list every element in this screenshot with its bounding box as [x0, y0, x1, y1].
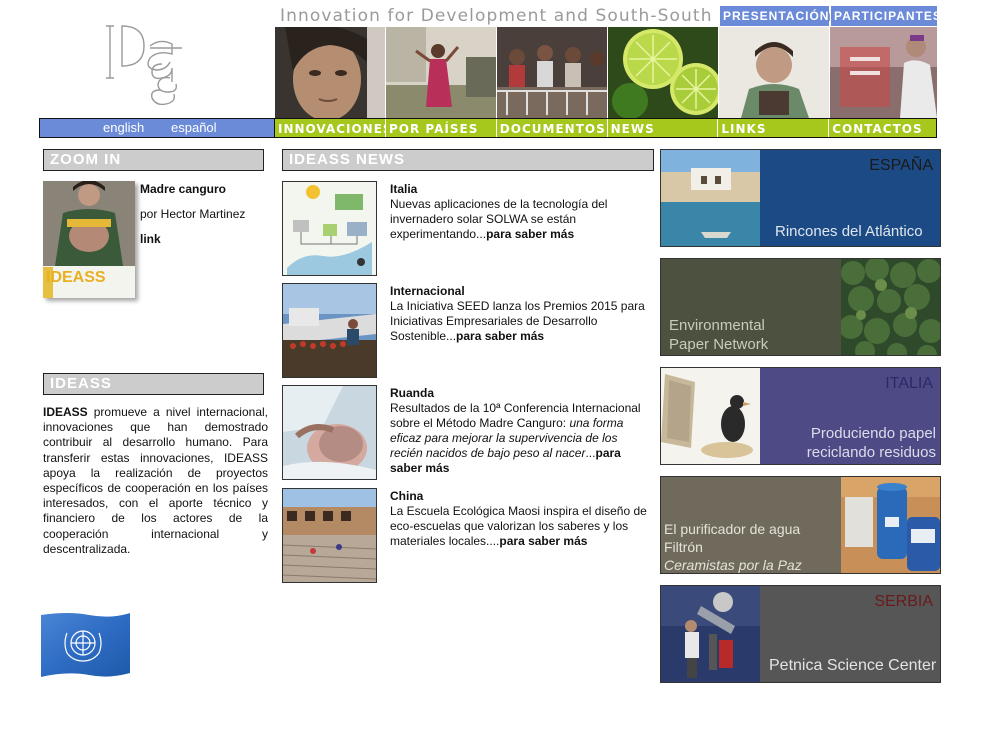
- news-region: China: [390, 489, 424, 503]
- card-italia-country: ITALIA: [885, 375, 933, 392]
- site-tagline: Innovation for Development and South-Sou…: [280, 6, 833, 26]
- language-bar: english español: [39, 118, 275, 138]
- zoom-in-title: Madre canguro: [140, 182, 227, 196]
- card-italia[interactable]: ITALIA Produciendo papel reciclando resi…: [660, 367, 941, 465]
- news-region: Ruanda: [390, 386, 435, 400]
- photo-limes: [608, 27, 718, 118]
- card-serbia-country: SERBIA: [874, 593, 933, 610]
- card-epn-line1: Environmental: [669, 317, 765, 334]
- news-image-newborn[interactable]: [282, 385, 377, 480]
- nav-news[interactable]: NEWS: [607, 119, 718, 137]
- card-water-filter-photo: [841, 477, 940, 573]
- news-heading: IDEASS NEWS: [282, 149, 654, 171]
- news-read-more-link[interactable]: para saber más: [486, 227, 574, 241]
- news-region: Italia: [390, 182, 418, 196]
- news-image-seed-awards[interactable]: [282, 283, 377, 378]
- news-body: Internacional La Iniciativa SEED lanza l…: [390, 284, 652, 344]
- news-body: Italia Nuevas aplicaciones de la tecnolo…: [390, 182, 652, 242]
- photo-woman-portrait: [275, 27, 385, 118]
- card-filtron-line3: Ceramistas por la Paz: [664, 557, 802, 573]
- ideass-logo[interactable]: [100, 18, 200, 108]
- card-italia-line1: Produciendo papel: [810, 425, 936, 442]
- zoom-in-heading: ZOOM IN: [43, 149, 264, 171]
- news-read-more-link[interactable]: para saber más: [499, 534, 587, 548]
- zoom-in-book-cover[interactable]: IDEASS: [43, 181, 135, 298]
- photo-boy-portrait: [719, 27, 829, 118]
- card-serbia[interactable]: SERBIA Petnica Science Center: [660, 585, 941, 683]
- news-body: Ruanda Resultados de la 10ª Conferencia …: [390, 386, 652, 476]
- card-espana-label: Rincones del Atlántico: [775, 223, 923, 240]
- main-nav: INNOVACIONES POR PAÍSES DOCUMENTOS NEWS …: [275, 118, 937, 138]
- ideass-brand: IDEASS: [43, 405, 88, 419]
- un-flag-icon[interactable]: [39, 611, 132, 679]
- nav-innovaciones[interactable]: INNOVACIONES: [275, 119, 392, 137]
- header-photo-strip: [275, 27, 937, 118]
- news-body: China La Escuela Ecológica Maosi inspira…: [390, 489, 652, 549]
- card-bird-sculpture-photo: [661, 368, 760, 464]
- nav-links[interactable]: LINKS: [718, 119, 829, 137]
- news-text-ellipsis: ...: [585, 446, 596, 460]
- nav-contactos[interactable]: CONTACTOS: [829, 119, 936, 137]
- card-epn-line2: Paper Network: [669, 336, 769, 353]
- news-region: Internacional: [390, 284, 465, 298]
- card-espana[interactable]: ESPAÑA Rincones del Atlántico: [660, 149, 941, 247]
- nav-por-paises[interactable]: POR PAÍSES: [386, 119, 496, 137]
- ideass-body: promueve a nivel internacional, innovaci…: [43, 405, 268, 556]
- card-espana-country: ESPAÑA: [869, 157, 933, 174]
- photo-lab-worker: [830, 27, 937, 118]
- card-environmental-paper-network[interactable]: Environmental Paper Network: [660, 258, 941, 356]
- lang-english[interactable]: english: [103, 120, 144, 135]
- card-telescope-photo: [661, 586, 760, 682]
- news-image-eco-school[interactable]: [282, 488, 377, 583]
- zoom-in-cover-brand: IDEASS: [46, 269, 106, 286]
- card-espana-photo: [661, 150, 760, 246]
- nav-presentacion[interactable]: PRESENTACIÓN: [720, 6, 829, 26]
- nav-documentos[interactable]: DOCUMENTOS: [496, 119, 607, 137]
- ideass-description: IDEASS promueve a nivel internacional, i…: [43, 405, 268, 557]
- news-image-solar-greenhouse[interactable]: [282, 181, 377, 276]
- card-filtron-line2: Filtrón: [664, 539, 703, 555]
- zoom-in-link[interactable]: link: [140, 232, 161, 246]
- top-nav: PRESENTACIÓN PARTICIPANTES: [720, 6, 941, 26]
- photo-children-group: [497, 27, 607, 118]
- card-filtron-line1: El purificador de agua: [664, 521, 801, 537]
- ideass-heading: IDEASS: [43, 373, 264, 395]
- zoom-in-author: por Hector Martinez: [140, 207, 246, 221]
- nav-participantes[interactable]: PARTICIPANTES: [831, 6, 941, 26]
- page: { "tagline": "Innovation for Development…: [0, 0, 984, 741]
- card-italia-line2: reciclando residuos: [806, 444, 936, 461]
- card-forest-photo: [841, 259, 940, 355]
- news-read-more-link[interactable]: para saber más: [456, 329, 544, 343]
- lang-espanol[interactable]: español: [171, 120, 217, 135]
- card-filtron[interactable]: El purificador de agua Filtrón Ceramista…: [660, 476, 941, 574]
- card-serbia-label: Petnica Science Center: [769, 657, 937, 674]
- photo-girl-dancing: [386, 27, 496, 118]
